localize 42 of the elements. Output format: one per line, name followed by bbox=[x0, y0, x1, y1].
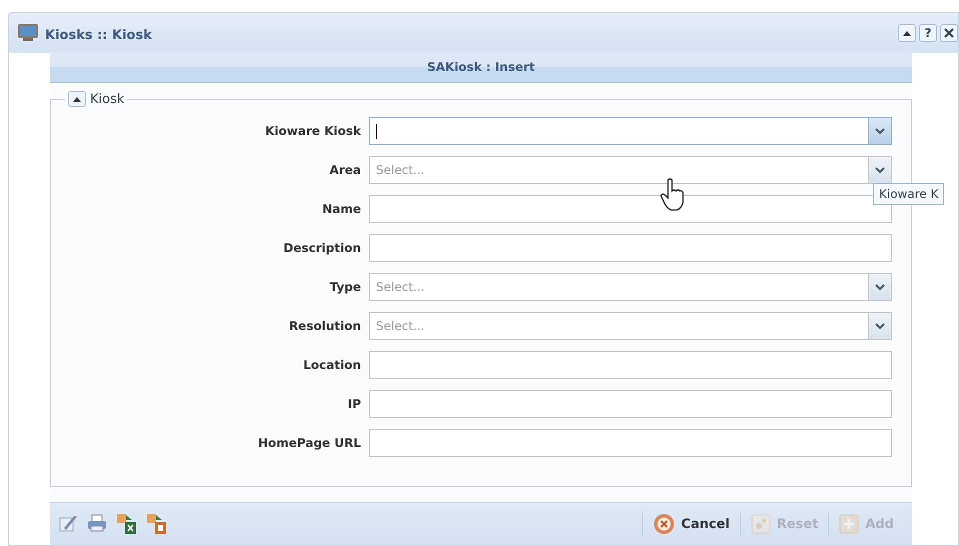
text-field[interactable] bbox=[369, 429, 892, 457]
chevron-down-icon bbox=[875, 128, 885, 134]
help-button[interactable]: ? bbox=[919, 24, 937, 42]
dropdown-field[interactable] bbox=[369, 117, 892, 145]
field-label: Type bbox=[328, 280, 362, 294]
text-field[interactable] bbox=[369, 390, 892, 418]
text-field[interactable] bbox=[369, 351, 892, 379]
hand-cursor-icon bbox=[660, 178, 686, 212]
field-label: Area bbox=[328, 163, 362, 177]
fieldset-legend: Kiosk bbox=[90, 92, 124, 106]
collapse-button[interactable] bbox=[68, 91, 86, 107]
export-document-icon[interactable] bbox=[146, 513, 168, 535]
window-title: Kiosks :: Kiosk bbox=[45, 28, 153, 43]
dropdown-field[interactable]: Select... bbox=[369, 312, 892, 340]
monitor-icon bbox=[17, 22, 39, 42]
field-label: IP bbox=[346, 397, 362, 411]
tooltip: Kioware K bbox=[873, 183, 944, 205]
field-label: Name bbox=[321, 202, 362, 216]
chevron-down-icon bbox=[875, 166, 885, 174]
text-field[interactable] bbox=[369, 234, 892, 262]
close-button[interactable] bbox=[940, 24, 958, 42]
chevron-down-icon bbox=[875, 284, 885, 290]
field-label: Kioware Kiosk bbox=[264, 124, 362, 138]
pencil-icon[interactable] bbox=[58, 513, 78, 533]
triangle-up-icon bbox=[902, 29, 912, 37]
reset-icon bbox=[750, 514, 771, 534]
cancel-button[interactable]: Cancel bbox=[642, 513, 740, 535]
chevron-down-icon bbox=[875, 322, 885, 330]
export-spreadsheet-icon[interactable] bbox=[116, 513, 138, 535]
panel-title: SAKiosk : Insert bbox=[50, 52, 912, 83]
printer-icon[interactable] bbox=[86, 513, 108, 533]
cancel-icon bbox=[653, 513, 676, 535]
dropdown-field[interactable]: Select... bbox=[369, 156, 892, 184]
collapse-button[interactable] bbox=[898, 24, 916, 42]
field-label: Resolution bbox=[288, 319, 362, 333]
dropdown-field[interactable]: Select... bbox=[369, 273, 892, 301]
triangle-up-icon bbox=[72, 95, 82, 103]
field-label: Location bbox=[302, 358, 362, 372]
field-label: Description bbox=[282, 241, 362, 255]
add-icon bbox=[839, 514, 860, 534]
field-label: HomePage URL bbox=[256, 436, 362, 450]
close-icon bbox=[944, 28, 954, 38]
